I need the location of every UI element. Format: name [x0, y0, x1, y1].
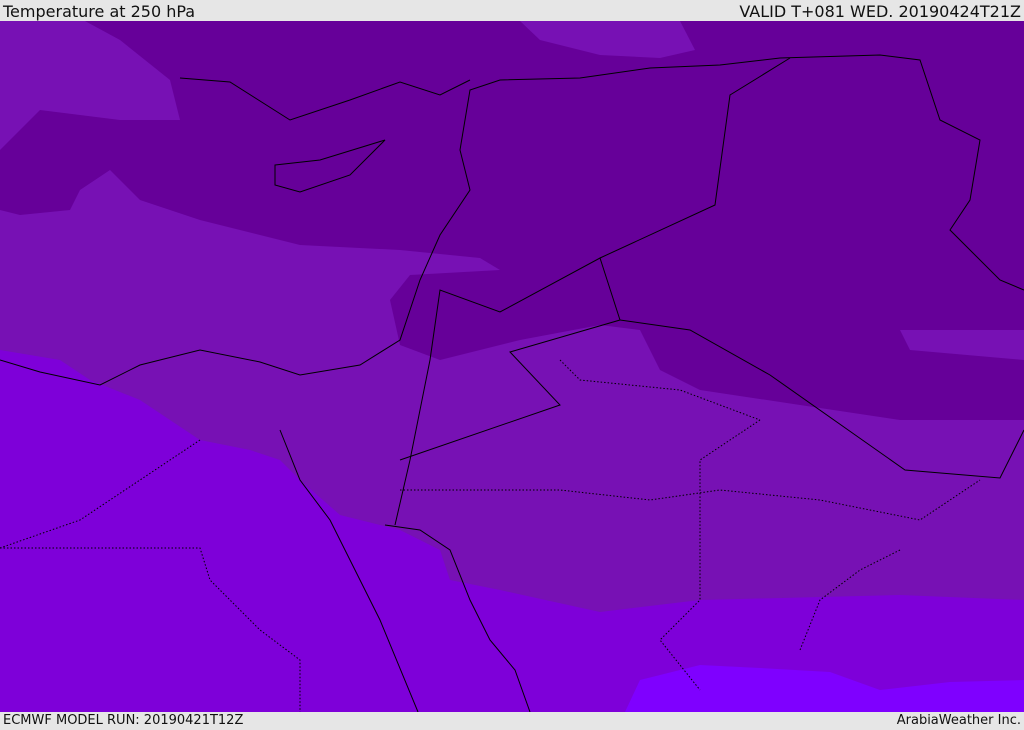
temperature-map[interactable]: [0, 21, 1024, 712]
header-bar: Temperature at 250 hPa VALID T+081 WED. …: [0, 0, 1024, 21]
credit: ArabiaWeather Inc.: [896, 713, 1021, 728]
footer-bar: ECMWF MODEL RUN: 20190421T12Z ArabiaWeat…: [0, 712, 1024, 729]
model-run: ECMWF MODEL RUN: 20190421T12Z: [3, 713, 244, 728]
